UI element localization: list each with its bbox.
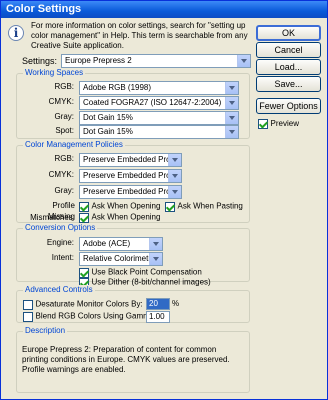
chevron-down-icon bbox=[225, 82, 238, 94]
ws-spot-dropdown[interactable]: Dot Gain 15% bbox=[79, 125, 239, 139]
ask-opening-label: Ask When Opening bbox=[91, 201, 161, 211]
ws-cmyk-label: CMYK: bbox=[48, 97, 74, 106]
title-bar: Color Settings bbox=[1, 1, 327, 18]
ws-cmyk-value: Coated FOGRA27 (ISO 12647-2:2004) bbox=[83, 98, 222, 107]
missing-ask-opening-row[interactable]: Ask When Opening bbox=[79, 211, 160, 224]
working-spaces-group: Working Spaces RGB: Adobe RGB (1998) CMY… bbox=[16, 68, 250, 139]
chevron-down-icon bbox=[168, 186, 181, 198]
ws-gray-label: Gray: bbox=[54, 112, 74, 121]
conversion-group: Conversion Options Engine: Adobe (ACE) I… bbox=[16, 223, 250, 288]
engine-dropdown[interactable]: Adobe (ACE) bbox=[79, 237, 163, 251]
engine-label: Engine: bbox=[46, 238, 74, 247]
chevron-down-icon bbox=[225, 97, 238, 109]
settings-dropdown[interactable]: Europe Prepress 2 bbox=[61, 54, 251, 68]
ok-button[interactable]: OK bbox=[256, 25, 321, 41]
intent-value: Relative Colorimetric bbox=[83, 254, 157, 263]
ask-pasting-label: Ask When Pasting bbox=[177, 201, 243, 211]
preview-label: Preview bbox=[270, 119, 299, 129]
desaturate-row[interactable]: Desaturate Monitor Colors By: bbox=[23, 298, 143, 311]
pol-rgb-dropdown[interactable]: Preserve Embedded Profiles bbox=[79, 153, 182, 167]
ask-pasting-checkbox[interactable] bbox=[165, 201, 175, 212]
ws-gray-dropdown[interactable]: Dot Gain 15% bbox=[79, 111, 239, 125]
pol-gray-label: Gray: bbox=[54, 186, 74, 195]
save-button[interactable]: Save... bbox=[256, 76, 321, 92]
dither-label: Use Dither (8-bit/channel images) bbox=[91, 277, 211, 287]
chevron-down-icon bbox=[168, 170, 181, 182]
ws-rgb-label: RGB: bbox=[54, 82, 74, 91]
chevron-down-icon bbox=[225, 126, 238, 138]
description-group: Description Europe Prepress 2: Preparati… bbox=[16, 326, 250, 393]
cancel-button[interactable]: Cancel bbox=[256, 42, 321, 58]
pol-cmyk-label: CMYK: bbox=[48, 170, 74, 179]
desaturate-unit: % bbox=[172, 299, 180, 308]
engine-value: Adobe (ACE) bbox=[83, 239, 131, 248]
info-icon: i bbox=[8, 25, 24, 41]
ws-spot-label: Spot: bbox=[55, 126, 74, 135]
fewer-options-button[interactable]: Fewer Options bbox=[256, 98, 321, 114]
ws-rgb-value: Adobe RGB (1998) bbox=[83, 83, 152, 92]
advanced-title: Advanced Controls bbox=[23, 285, 95, 295]
ws-rgb-dropdown[interactable]: Adobe RGB (1998) bbox=[79, 81, 239, 95]
ws-gray-value: Dot Gain 15% bbox=[83, 113, 133, 122]
load-button[interactable]: Load... bbox=[256, 59, 321, 75]
conversion-title: Conversion Options bbox=[23, 223, 98, 233]
ws-spot-value: Dot Gain 15% bbox=[83, 127, 133, 136]
desaturate-checkbox[interactable] bbox=[23, 299, 33, 310]
settings-label: Settings: bbox=[22, 56, 58, 66]
chevron-down-icon bbox=[225, 112, 238, 124]
description-title: Description bbox=[23, 326, 68, 336]
blend-label: Blend RGB Colors Using Gamma: bbox=[35, 311, 157, 321]
intent-dropdown[interactable]: Relative Colorimetric bbox=[79, 252, 163, 266]
preview-checkbox-row[interactable]: Preview bbox=[258, 118, 299, 130]
desaturate-input[interactable]: 20 bbox=[146, 298, 170, 310]
missing-ask-opening-checkbox[interactable] bbox=[79, 212, 89, 223]
blend-row[interactable]: Blend RGB Colors Using Gamma: bbox=[23, 310, 156, 323]
pol-gray-dropdown[interactable]: Preserve Embedded Profiles bbox=[79, 185, 182, 199]
chevron-down-icon bbox=[237, 55, 250, 67]
policies-group: Color Management Policies RGB: Preserve … bbox=[16, 140, 250, 233]
missing-ask-opening-label: Ask When Opening bbox=[91, 212, 161, 222]
blend-checkbox[interactable] bbox=[23, 311, 33, 322]
ask-pasting-row[interactable]: Ask When Pasting bbox=[165, 200, 243, 213]
info-text: For more information on color settings, … bbox=[31, 21, 248, 50]
pol-cmyk-dropdown[interactable]: Preserve Embedded Profiles bbox=[79, 169, 182, 183]
chevron-down-icon bbox=[168, 154, 181, 166]
policies-title: Color Management Policies bbox=[23, 140, 125, 150]
dither-row[interactable]: Use Dither (8-bit/channel images) bbox=[79, 276, 211, 289]
settings-value: Europe Prepress 2 bbox=[65, 56, 132, 65]
desaturate-label: Desaturate Monitor Colors By: bbox=[35, 299, 143, 309]
blend-input[interactable]: 1.00 bbox=[146, 311, 170, 323]
preview-checkbox[interactable] bbox=[258, 118, 268, 129]
working-spaces-title: Working Spaces bbox=[23, 68, 86, 78]
intent-label: Intent: bbox=[51, 253, 74, 262]
pol-rgb-label: RGB: bbox=[54, 154, 74, 163]
chevron-down-icon bbox=[149, 238, 162, 250]
chevron-down-icon bbox=[149, 253, 162, 265]
color-settings-window: Color Settings i For more information on… bbox=[0, 0, 328, 400]
description-text: Europe Prepress 2: Preparation of conten… bbox=[22, 345, 230, 374]
ws-cmyk-dropdown[interactable]: Coated FOGRA27 (ISO 12647-2:2004) bbox=[79, 96, 239, 110]
advanced-group: Advanced Controls Desaturate Monitor Col… bbox=[16, 285, 250, 323]
